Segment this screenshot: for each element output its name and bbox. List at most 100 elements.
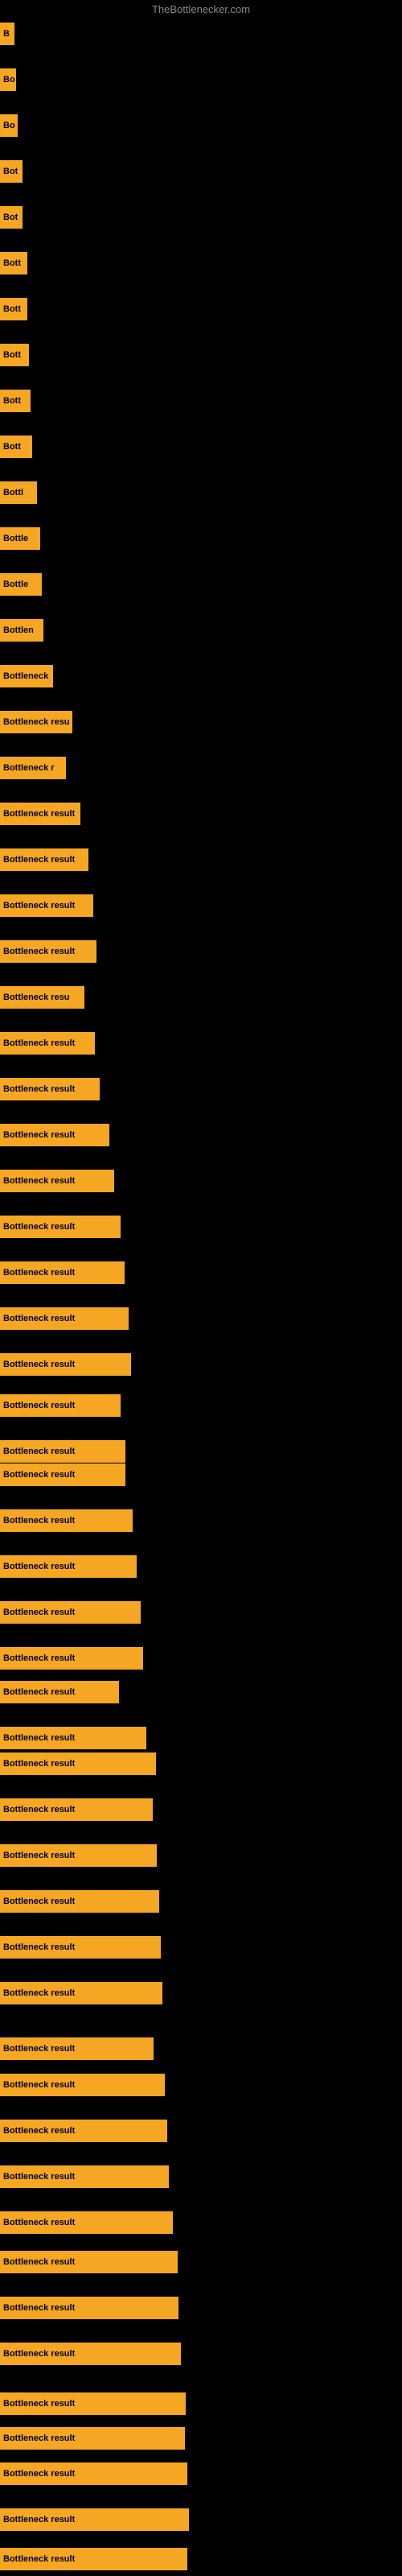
bar-label-22: Bottleneck resu: [0, 986, 84, 1009]
bar-label-19: Bottleneck result: [0, 848, 88, 871]
bar-item-21: Bottleneck result: [0, 940, 96, 963]
bar-item-52: Bottleneck result: [0, 2297, 178, 2319]
bar-label-3: Bo: [0, 114, 18, 137]
bar-item-14: Bottlen: [0, 619, 43, 642]
bar-item-23: Bottleneck result: [0, 1032, 95, 1055]
bar-item-7: Bott: [0, 298, 27, 320]
bar-label-17: Bottleneck r: [0, 757, 66, 779]
bar-label-55: Bottleneck result: [0, 2427, 185, 2450]
bar-item-40: Bottleneck result: [0, 1752, 156, 1775]
bar-label-57: Bottleneck result: [0, 2508, 189, 2531]
bar-item-4: Bot: [0, 160, 23, 183]
bar-item-13: Bottle: [0, 573, 42, 596]
bar-item-19: Bottleneck result: [0, 848, 88, 871]
bar-label-25: Bottleneck result: [0, 1124, 109, 1146]
bar-item-57: Bottleneck result: [0, 2508, 189, 2531]
bar-item-24: Bottleneck result: [0, 1078, 100, 1100]
bar-item-50: Bottleneck result: [0, 2211, 173, 2234]
bar-item-31: Bottleneck result: [0, 1394, 121, 1417]
bar-label-7: Bott: [0, 298, 27, 320]
bar-label-16: Bottleneck resu: [0, 711, 72, 733]
bar-item-20: Bottleneck result: [0, 894, 93, 917]
bar-label-43: Bottleneck result: [0, 1890, 159, 1913]
bar-label-35: Bottleneck result: [0, 1555, 137, 1578]
bar-label-29: Bottleneck result: [0, 1307, 129, 1330]
site-title: TheBottlenecker.com: [152, 3, 250, 15]
bar-label-1: B: [0, 23, 14, 45]
bar-item-54: Bottleneck result: [0, 2392, 186, 2415]
bar-item-48: Bottleneck result: [0, 2120, 167, 2142]
bar-label-15: Bottleneck: [0, 665, 53, 687]
bar-label-26: Bottleneck result: [0, 1170, 114, 1192]
bar-item-37: Bottleneck result: [0, 1647, 143, 1670]
bar-item-17: Bottleneck r: [0, 757, 66, 779]
bar-label-58: Bottleneck result: [0, 2548, 187, 2570]
bar-label-8: Bott: [0, 344, 29, 366]
bar-label-36: Bottleneck result: [0, 1601, 141, 1624]
bar-label-24: Bottleneck result: [0, 1078, 100, 1100]
bar-item-45: Bottleneck result: [0, 1982, 162, 2004]
bar-label-33: Bottleneck result: [0, 1463, 125, 1486]
bar-item-36: Bottleneck result: [0, 1601, 141, 1624]
bar-item-26: Bottleneck result: [0, 1170, 114, 1192]
bar-label-47: Bottleneck result: [0, 2074, 165, 2096]
bar-label-44: Bottleneck result: [0, 1936, 161, 1959]
bar-label-48: Bottleneck result: [0, 2120, 167, 2142]
bar-item-44: Bottleneck result: [0, 1936, 161, 1959]
bar-item-41: Bottleneck result: [0, 1798, 153, 1821]
bar-label-2: Bo: [0, 68, 16, 91]
bar-label-49: Bottleneck result: [0, 2165, 169, 2188]
bar-item-42: Bottleneck result: [0, 1844, 157, 1867]
bar-label-27: Bottleneck result: [0, 1216, 121, 1238]
bar-item-33: Bottleneck result: [0, 1463, 125, 1486]
bar-item-56: Bottleneck result: [0, 2462, 187, 2485]
bar-item-43: Bottleneck result: [0, 1890, 159, 1913]
bar-label-38: Bottleneck result: [0, 1681, 119, 1703]
bar-item-16: Bottleneck resu: [0, 711, 72, 733]
bar-label-32: Bottleneck result: [0, 1440, 125, 1463]
bar-item-22: Bottleneck resu: [0, 986, 84, 1009]
bar-label-21: Bottleneck result: [0, 940, 96, 963]
bar-label-28: Bottleneck result: [0, 1261, 125, 1284]
bar-item-28: Bottleneck result: [0, 1261, 125, 1284]
bar-label-37: Bottleneck result: [0, 1647, 143, 1670]
bar-item-15: Bottleneck: [0, 665, 53, 687]
bar-label-12: Bottle: [0, 527, 40, 550]
bar-item-32: Bottleneck result: [0, 1440, 125, 1463]
bar-item-11: Bottl: [0, 481, 37, 504]
bar-label-31: Bottleneck result: [0, 1394, 121, 1417]
bar-item-46: Bottleneck result: [0, 2037, 154, 2060]
bar-label-39: Bottleneck result: [0, 1727, 146, 1749]
bar-item-25: Bottleneck result: [0, 1124, 109, 1146]
bar-item-2: Bo: [0, 68, 16, 91]
bar-label-51: Bottleneck result: [0, 2251, 178, 2273]
bar-label-4: Bot: [0, 160, 23, 183]
bar-label-50: Bottleneck result: [0, 2211, 173, 2234]
bar-item-9: Bott: [0, 390, 31, 412]
bar-item-34: Bottleneck result: [0, 1509, 133, 1532]
bar-item-12: Bottle: [0, 527, 40, 550]
bar-label-30: Bottleneck result: [0, 1353, 131, 1376]
bar-item-58: Bottleneck result: [0, 2548, 187, 2570]
bar-label-13: Bottle: [0, 573, 42, 596]
bar-label-5: Bot: [0, 206, 23, 229]
bar-item-18: Bottleneck result: [0, 803, 80, 825]
bar-label-41: Bottleneck result: [0, 1798, 153, 1821]
bar-label-46: Bottleneck result: [0, 2037, 154, 2060]
bar-item-3: Bo: [0, 114, 18, 137]
bar-label-23: Bottleneck result: [0, 1032, 95, 1055]
bar-label-9: Bott: [0, 390, 31, 412]
bar-label-45: Bottleneck result: [0, 1982, 162, 2004]
bar-item-1: B: [0, 23, 14, 45]
bar-item-8: Bott: [0, 344, 29, 366]
bar-label-14: Bottlen: [0, 619, 43, 642]
bar-item-38: Bottleneck result: [0, 1681, 119, 1703]
bar-item-10: Bott: [0, 436, 32, 458]
bar-label-42: Bottleneck result: [0, 1844, 157, 1867]
bar-item-35: Bottleneck result: [0, 1555, 137, 1578]
bar-item-55: Bottleneck result: [0, 2427, 185, 2450]
bar-item-39: Bottleneck result: [0, 1727, 146, 1749]
bar-item-5: Bot: [0, 206, 23, 229]
bar-label-54: Bottleneck result: [0, 2392, 186, 2415]
bar-label-20: Bottleneck result: [0, 894, 93, 917]
